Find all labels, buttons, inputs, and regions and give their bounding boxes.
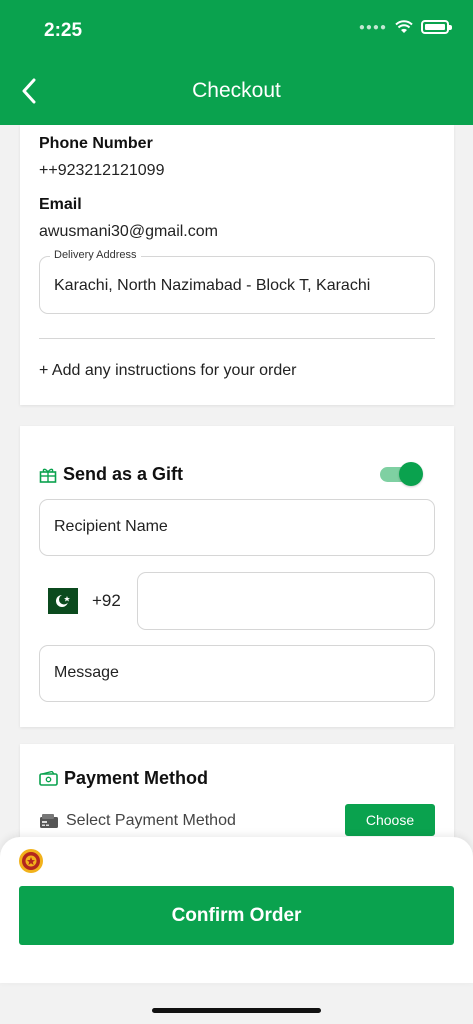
contact-card: Phone Number ++923212121099 Email awusma… (20, 125, 454, 405)
payment-select-label: Select Payment Method (66, 812, 236, 829)
choose-payment-button[interactable]: Choose (345, 804, 435, 836)
status-time: 2:25 (44, 20, 83, 41)
crescent-star-icon (56, 594, 70, 607)
recipient-name-field[interactable]: Recipient Name (39, 499, 435, 556)
email-label: Email (39, 196, 82, 213)
signal-icon: ●●●● (358, 21, 387, 33)
gift-icon (39, 468, 57, 483)
app-header: 2:25 ●●●● Checkout (0, 0, 473, 125)
status-icons: ●●●● (358, 20, 452, 34)
gift-title: Send as a Gift (63, 464, 184, 484)
card-icon (40, 814, 58, 828)
payment-select[interactable]: Select Payment Method (39, 812, 236, 830)
divider (39, 338, 435, 339)
battery-icon (421, 20, 452, 34)
recipient-name-placeholder: Recipient Name (54, 518, 168, 535)
add-instructions-link[interactable]: + Add any instructions for your order (39, 362, 296, 380)
payment-title: Payment Method (64, 768, 209, 788)
payment-icon (39, 771, 58, 786)
gift-card: Send as a Gift Recipient Name +92 Messag… (20, 426, 454, 727)
country-code[interactable]: +92 (92, 591, 121, 611)
bottom-sheet: Confirm Order (0, 837, 473, 983)
delivery-address-field[interactable]: Delivery Address Karachi, North Nazimaba… (39, 249, 435, 314)
delivery-address-value: Karachi, North Nazimabad - Block T, Kara… (54, 277, 371, 294)
page-title: Checkout (192, 79, 281, 102)
message-placeholder: Message (54, 664, 119, 681)
phone-label: Phone Number (39, 135, 153, 152)
toggle-knob (399, 462, 423, 486)
gift-header: Send as a Gift (39, 464, 183, 485)
delivery-address-label: Delivery Address (50, 249, 141, 261)
message-field[interactable]: Message (39, 645, 435, 702)
pakistan-flag-icon[interactable] (48, 588, 78, 614)
gift-toggle[interactable] (378, 462, 424, 486)
payment-header: Payment Method (39, 768, 208, 789)
recipient-phone-field[interactable] (137, 572, 435, 630)
home-indicator (152, 1008, 321, 1013)
email-value: awusmani30@gmail.com (39, 223, 218, 240)
badge-icon (19, 849, 43, 873)
phone-value: ++923212121099 (39, 162, 165, 179)
wifi-icon (395, 20, 413, 33)
confirm-order-button[interactable]: Confirm Order (19, 886, 454, 945)
